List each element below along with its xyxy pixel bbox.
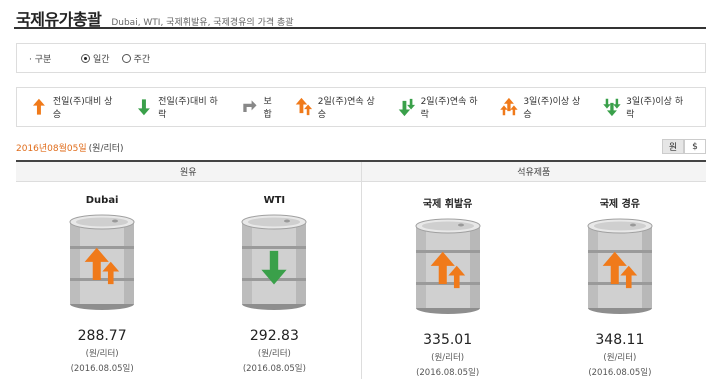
item-price: 292.83 bbox=[249, 328, 299, 344]
item-date: (2016.08.05일) bbox=[416, 368, 480, 378]
barrel-icon bbox=[67, 212, 137, 316]
currency-toggle: 원 $ bbox=[662, 139, 706, 154]
legend-label: 2일(주)연속 상승 bbox=[317, 97, 375, 120]
item-date: (2016.08.05일) bbox=[588, 368, 652, 378]
item-price: 288.77 bbox=[77, 328, 127, 344]
dollar-button[interactable]: $ bbox=[684, 139, 706, 154]
radio-weekly[interactable]: 주간 bbox=[121, 52, 151, 65]
page-header: 국제유가총괄 Dubai, WTI, 국제휘발유, 국제경유의 가격 총괄 bbox=[16, 6, 704, 29]
section-title: 석유제품 bbox=[361, 162, 706, 182]
legend-label: 2일(주)연속 하락 bbox=[420, 97, 478, 120]
section-products: 석유제품 국제 휘발유 335.01 (원/리터) (2016.08.05일) … bbox=[360, 162, 707, 379]
radio-weekly-dot[interactable] bbox=[121, 53, 131, 63]
item-unit: (원/리터) bbox=[85, 349, 119, 359]
section-title: 원유 bbox=[16, 162, 361, 182]
price-date: 2016년08월05일 bbox=[16, 143, 87, 154]
price-unit: (원/리터) bbox=[88, 143, 124, 154]
triple-down-icon bbox=[603, 98, 621, 117]
legend-item: 전일(주)대비 하락 bbox=[134, 94, 225, 120]
period-label: · 구분 bbox=[29, 54, 52, 65]
barrel-icon bbox=[585, 216, 655, 320]
oil-barrel-icon bbox=[415, 218, 481, 314]
legend-label: 3일(주)이상 상승 bbox=[523, 97, 581, 120]
legend-item: 보합 bbox=[240, 94, 280, 120]
item-price: 335.01 bbox=[423, 332, 473, 348]
price-card-dubai: Dubai 288.77 (원/리터) (2016.08.05일) bbox=[16, 182, 188, 379]
price-card-wti: WTI 292.83 (원/리터) (2016.08.05일) bbox=[188, 182, 360, 379]
item-name: Dubai bbox=[85, 195, 119, 206]
period-options: · 구분 일간 주간 bbox=[16, 43, 706, 73]
barrel-icon bbox=[239, 212, 309, 316]
legend-label: 전일(주)대비 상승 bbox=[52, 97, 113, 120]
item-name: 국제 휘발유 bbox=[422, 199, 473, 210]
section-crude: 원유 Dubai 288.77 (원/리터) (2016.08.05일) WTI bbox=[16, 162, 361, 379]
legend-label: 보합 bbox=[263, 97, 272, 120]
radio-daily[interactable]: 일간 bbox=[81, 52, 110, 65]
legend-label: 전일(주)대비 하락 bbox=[158, 97, 218, 120]
oil-barrel-icon bbox=[241, 214, 307, 310]
triple-up-icon bbox=[500, 97, 519, 116]
price-table: 원유 Dubai 288.77 (원/리터) (2016.08.05일) WTI bbox=[16, 160, 706, 379]
legend-item: 2일(주)연속 상승 bbox=[294, 94, 383, 120]
double-down-icon bbox=[398, 98, 415, 117]
section-items: 국제 휘발유 335.01 (원/리터) (2016.08.05일) 국제 경유 bbox=[362, 182, 707, 379]
item-date: (2016.08.05일) bbox=[70, 364, 134, 374]
legend-item: 3일(주)이상 상승 bbox=[499, 94, 588, 120]
legend-label: 3일(주)이상 하락 bbox=[626, 97, 684, 120]
double-up-icon bbox=[295, 97, 312, 116]
title-divider bbox=[14, 27, 706, 29]
date-row: 2016년08월05일 (원/리터) 원 $ bbox=[16, 139, 706, 155]
item-name: WTI bbox=[263, 195, 286, 206]
item-name: 국제 경유 bbox=[599, 199, 641, 210]
item-price: 348.11 bbox=[595, 332, 645, 348]
radio-weekly-label: 주간 bbox=[133, 54, 151, 65]
arrow-up-icon bbox=[32, 98, 45, 115]
section-items: Dubai 288.77 (원/리터) (2016.08.05일) WTI 29… bbox=[16, 182, 361, 379]
barrel-icon bbox=[413, 216, 483, 320]
radio-daily-label: 일간 bbox=[93, 54, 110, 65]
arrow-down-icon bbox=[138, 99, 151, 116]
trend-legend: 전일(주)대비 상승 전일(주)대비 하락 보합 2일(주)연속 상승 2일(주)연속 … bbox=[16, 87, 706, 127]
oil-barrel-icon bbox=[587, 218, 653, 314]
legend-item: 전일(주)대비 상승 bbox=[29, 94, 120, 120]
item-unit: (원/리터) bbox=[431, 353, 465, 363]
price-card-diesel: 국제 경유 348.11 (원/리터) (2016.08.05일) bbox=[534, 182, 706, 379]
item-unit: (원/리터) bbox=[603, 353, 637, 363]
won-button[interactable]: 원 bbox=[662, 139, 684, 154]
price-card-gasoline: 국제 휘발유 335.01 (원/리터) (2016.08.05일) bbox=[362, 182, 534, 379]
radio-daily-dot[interactable] bbox=[81, 53, 90, 63]
legend-item: 3일(주)이상 하락 bbox=[602, 94, 691, 120]
legend-item: 2일(주)연속 하락 bbox=[397, 94, 486, 120]
flat-icon bbox=[242, 100, 257, 112]
item-date: (2016.08.05일) bbox=[242, 364, 306, 374]
oil-barrel-icon bbox=[69, 214, 135, 310]
item-unit: (원/리터) bbox=[257, 349, 291, 359]
